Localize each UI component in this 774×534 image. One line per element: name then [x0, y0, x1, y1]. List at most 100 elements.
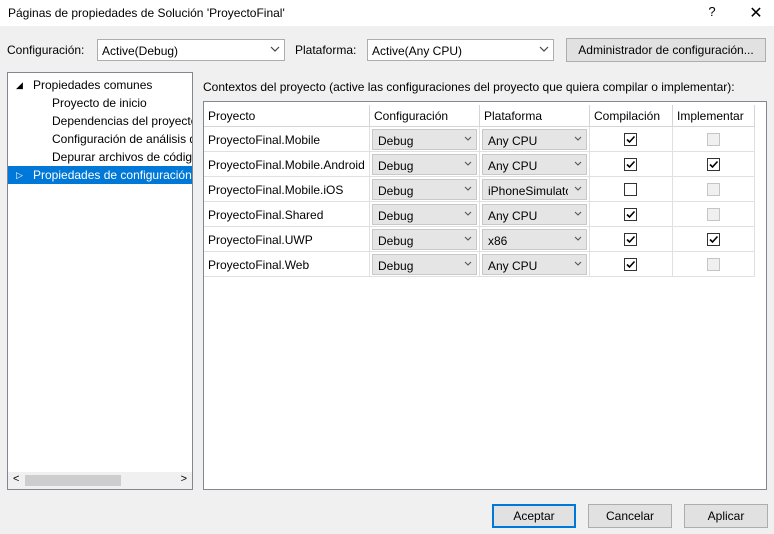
project-contexts-grid[interactable]: Proyecto Configuración Plataforma Compil…: [203, 101, 767, 490]
tree-item-project-dependencies[interactable]: Dependencias del proyecto: [52, 112, 193, 130]
cancel-button[interactable]: Cancelar: [588, 504, 672, 528]
deploy-checkbox: [707, 208, 720, 221]
expand-triangle-icon[interactable]: ▷: [16, 166, 23, 184]
project-cell: ProyectoFinal.Shared: [204, 202, 370, 227]
project-name: ProyectoFinal.Web: [208, 258, 310, 272]
row-configuration-select[interactable]: Debug: [372, 204, 477, 225]
build-checkbox[interactable]: [624, 233, 637, 246]
tree-item-debug-source-files[interactable]: Depurar archivos de código fuente: [52, 148, 192, 166]
column-header-platform[interactable]: Plataforma: [480, 105, 590, 127]
tree-item-common-properties[interactable]: ◢ Propiedades comunes: [8, 76, 192, 94]
chevron-down-icon: [464, 211, 472, 216]
row-configuration-select[interactable]: Debug: [372, 154, 477, 175]
chevron-down-icon: [539, 46, 549, 52]
chevron-down-icon: [574, 211, 582, 216]
project-name: ProyectoFinal.UWP: [208, 233, 313, 247]
project-cell: ProyectoFinal.UWP: [204, 227, 370, 252]
row-configuration-select[interactable]: Debug: [372, 129, 477, 150]
row-configuration-value: Debug: [378, 134, 414, 148]
help-button[interactable]: ?: [704, 4, 720, 19]
tree-item-label: Propiedades comunes: [33, 78, 153, 92]
build-cell: [590, 127, 673, 152]
platform-cell: Any CPU: [480, 127, 590, 152]
tree-item-label: Configuración de análisis de código: [52, 132, 192, 146]
apply-button[interactable]: Aplicar: [684, 504, 768, 528]
tree-item-label: Dependencias del proyecto: [52, 114, 193, 128]
deploy-cell: [673, 227, 755, 252]
chevron-down-icon: [574, 136, 582, 141]
row-platform-select[interactable]: x86: [482, 229, 587, 250]
title-bar: Páginas de propiedades de Solución 'Proy…: [0, 0, 774, 26]
configuration-cell: Debug: [370, 252, 480, 277]
row-platform-select[interactable]: Any CPU: [482, 129, 587, 150]
configuration-label: Configuración:: [7, 43, 85, 57]
row-platform-value: Any CPU: [488, 259, 538, 273]
build-cell: [590, 177, 673, 202]
deploy-cell: [673, 202, 755, 227]
row-configuration-value: Debug: [378, 184, 414, 198]
column-header-deploy[interactable]: Implementar: [673, 105, 755, 127]
row-platform-select[interactable]: iPhoneSimulator: [482, 179, 587, 200]
tree-item-configuration-properties[interactable]: ▷ Propiedades de configuración: [8, 166, 192, 184]
table-row[interactable]: ProyectoFinal.Shared Debug Any CPU: [204, 202, 764, 227]
configuration-cell: Debug: [370, 202, 480, 227]
window-title: Páginas de propiedades de Solución 'Proy…: [8, 6, 285, 20]
table-row[interactable]: ProyectoFinal.Mobile.Android Debug Any CPU: [204, 152, 764, 177]
chevron-down-icon: [270, 46, 280, 52]
deploy-checkbox[interactable]: [707, 158, 720, 171]
column-header-project[interactable]: Proyecto: [204, 105, 370, 127]
project-name: ProyectoFinal.Mobile.Android: [208, 158, 365, 172]
row-platform-select[interactable]: Any CPU: [482, 154, 587, 175]
chevron-down-icon: [574, 186, 582, 191]
build-checkbox[interactable]: [624, 208, 637, 221]
project-name: ProyectoFinal.Mobile: [208, 133, 321, 147]
platform-cell: Any CPU: [480, 152, 590, 177]
row-configuration-select[interactable]: Debug: [372, 254, 477, 275]
column-header-build[interactable]: Compilación: [590, 105, 673, 127]
project-cell: ProyectoFinal.Mobile.Android: [204, 152, 370, 177]
deploy-cell: [673, 252, 755, 277]
platform-cell: iPhoneSimulator: [480, 177, 590, 202]
tree-item-startup-project[interactable]: Proyecto de inicio: [52, 94, 147, 112]
horizontal-scrollbar[interactable]: < >: [8, 472, 192, 489]
row-configuration-value: Debug: [378, 259, 414, 273]
project-contexts-label: Contextos del proyecto (active las confi…: [203, 80, 735, 94]
deploy-checkbox[interactable]: [707, 233, 720, 246]
table-row[interactable]: ProyectoFinal.Web Debug Any CPU: [204, 252, 764, 277]
configuration-select[interactable]: Active(Debug): [97, 39, 285, 61]
scroll-left-icon[interactable]: <: [13, 473, 19, 485]
build-checkbox[interactable]: [624, 133, 637, 146]
collapse-triangle-icon[interactable]: ◢: [16, 76, 23, 94]
scroll-right-icon[interactable]: >: [181, 473, 187, 485]
row-platform-select[interactable]: Any CPU: [482, 204, 587, 225]
platform-select[interactable]: Active(Any CPU): [367, 39, 554, 61]
column-header-configuration[interactable]: Configuración: [370, 105, 480, 127]
tree-item-code-analysis[interactable]: Configuración de análisis de código: [52, 130, 192, 148]
property-tree[interactable]: ◢ Propiedades comunes Proyecto de inicio…: [7, 72, 193, 490]
platform-cell: Any CPU: [480, 252, 590, 277]
table-row[interactable]: ProyectoFinal.Mobile.iOS Debug iPhoneSimul…: [204, 177, 764, 202]
project-name: ProyectoFinal.Shared: [208, 208, 324, 222]
row-configuration-select[interactable]: Debug: [372, 229, 477, 250]
deploy-cell: [673, 177, 755, 202]
platform-cell: x86: [480, 227, 590, 252]
chevron-down-icon: [574, 261, 582, 266]
chevron-down-icon: [574, 236, 582, 241]
build-checkbox[interactable]: [624, 158, 637, 171]
build-checkbox[interactable]: [624, 258, 637, 271]
row-configuration-value: Debug: [378, 159, 414, 173]
row-configuration-select[interactable]: Debug: [372, 179, 477, 200]
project-cell: ProyectoFinal.Mobile: [204, 127, 370, 152]
project-name: ProyectoFinal.Mobile.iOS: [208, 183, 344, 197]
build-checkbox[interactable]: [624, 183, 637, 196]
accept-button[interactable]: Aceptar: [492, 504, 576, 528]
scrollbar-thumb[interactable]: [25, 475, 121, 486]
table-row[interactable]: ProyectoFinal.Mobile Debug Any CPU: [204, 127, 764, 152]
configuration-value: Active(Debug): [102, 44, 179, 58]
table-row[interactable]: ProyectoFinal.UWP Debug x86: [204, 227, 764, 252]
platform-label: Plataforma:: [295, 43, 357, 57]
row-platform-select[interactable]: Any CPU: [482, 254, 587, 275]
configuration-manager-button[interactable]: Administrador de configuración...: [566, 38, 766, 62]
row-platform-value: Any CPU: [488, 209, 538, 223]
close-button[interactable]: ✕: [746, 3, 766, 23]
